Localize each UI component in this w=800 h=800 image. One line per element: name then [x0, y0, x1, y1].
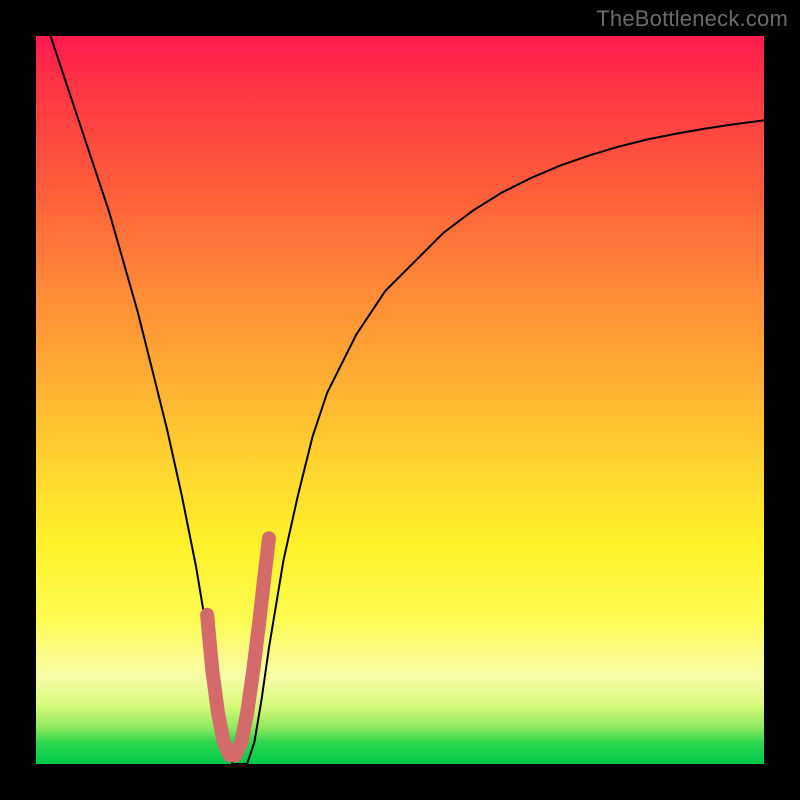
optimum-marker [207, 538, 269, 755]
watermark-text: TheBottleneck.com [596, 6, 788, 32]
plot-area [36, 36, 764, 764]
curve-layer [36, 36, 764, 764]
bottleneck-curve [51, 36, 764, 764]
chart-frame: TheBottleneck.com [0, 0, 800, 800]
